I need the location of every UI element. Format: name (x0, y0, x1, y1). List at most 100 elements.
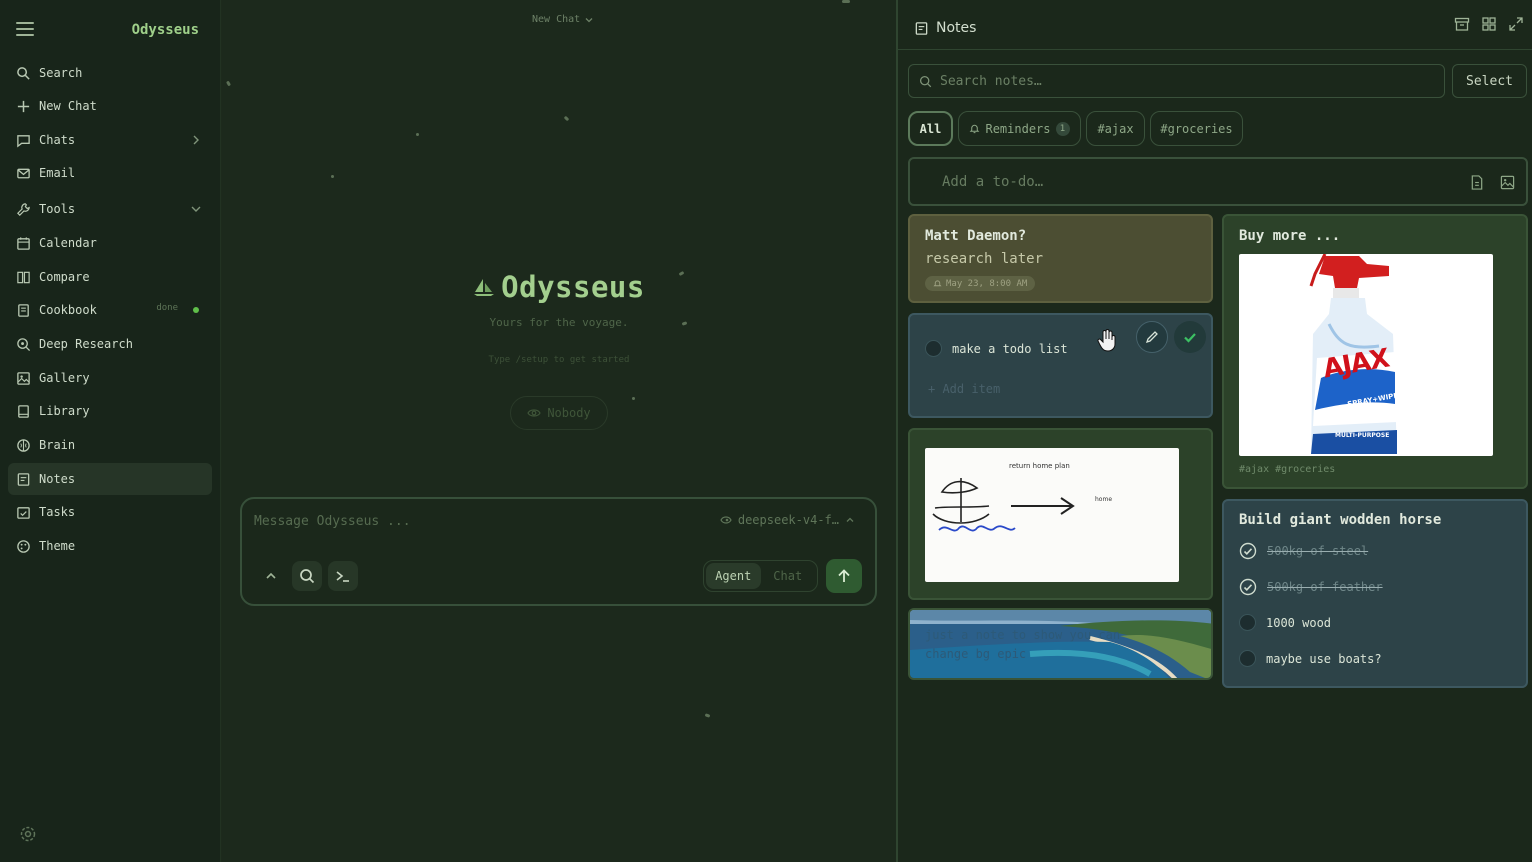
notes-title-text: Notes (936, 20, 977, 36)
palette-icon (17, 539, 30, 553)
sidebar-item-search[interactable]: Search (8, 57, 212, 89)
add-todo-bar (908, 157, 1528, 206)
book-icon (18, 303, 29, 317)
expand-button[interactable] (256, 561, 286, 591)
sidebar-item-label: Search (39, 66, 83, 80)
sidebar-item-gallery[interactable]: Gallery (8, 362, 212, 394)
add-image-icon[interactable] (1500, 175, 1515, 190)
status-dot (193, 307, 199, 313)
sidebar-item-theme[interactable]: Theme (8, 530, 212, 562)
sidebar-item-new-chat[interactable]: New Chat (8, 90, 212, 122)
filter-reminders[interactable]: Reminders 1 (958, 111, 1081, 146)
eye-icon (527, 409, 541, 417)
filter-label: #groceries (1160, 121, 1233, 136)
todo-item-label: maybe use boats? (1266, 651, 1382, 666)
reminder-date: May 23, 8:00 AM (946, 278, 1028, 289)
sidebar-item-cookbook[interactable]: Cookbook done (8, 294, 212, 326)
note-card-sketch[interactable]: return home plan home (908, 428, 1213, 600)
sidebar-item-label: Brain (39, 438, 76, 452)
mode-agent-option[interactable]: Agent (706, 563, 761, 589)
chevron-up-icon (846, 517, 854, 522)
visibility-button[interactable]: Nobody (510, 396, 608, 430)
expand-icon[interactable] (1508, 16, 1524, 32)
search-icon (300, 569, 315, 584)
chat-selector[interactable]: New Chat (532, 14, 594, 25)
visibility-label: Nobody (547, 406, 591, 420)
notes-header: Notes (898, 0, 1532, 50)
note-card-horse[interactable]: Build giant wodden horse 500kg of steel … (1222, 499, 1528, 688)
todo-item: maybe use boats? (1239, 650, 1382, 667)
sidebar-item-label: Compare (39, 270, 90, 284)
notes-search-input[interactable] (940, 73, 1420, 89)
checked-circle-icon[interactable] (1239, 542, 1257, 560)
complete-note-button[interactable] (1174, 321, 1206, 353)
terminal-icon (336, 571, 349, 582)
model-selector[interactable]: deepseek-v4-f… (720, 513, 855, 527)
select-button[interactable]: Select (1452, 64, 1527, 98)
add-todo-input[interactable] (942, 171, 1442, 193)
chat-area: New Chat Odysseus Yours for the voyage. … (222, 0, 896, 862)
todo-checkbox[interactable] (1239, 614, 1256, 631)
chevron-up-icon (266, 572, 276, 579)
brand-name: Odysseus (131, 22, 199, 38)
sidebar-item-deep-research[interactable]: Deep Research (8, 328, 212, 360)
tasks-icon (17, 506, 30, 519)
todo-checkbox[interactable] (925, 340, 942, 357)
chat-selector-label: New Chat (532, 14, 581, 25)
mode-chat-option[interactable]: Chat (761, 563, 816, 589)
terminal-button[interactable] (328, 561, 358, 591)
model-icon (720, 516, 732, 524)
chevron-right-icon[interactable] (190, 134, 202, 146)
sidebar-item-compare[interactable]: Compare (8, 261, 212, 293)
sidebar-item-tools[interactable]: Tools (8, 193, 212, 225)
sidebar-item-label: Calendar (39, 236, 97, 250)
mode-toggle[interactable]: Agent Chat (703, 560, 818, 592)
web-search-button[interactable] (292, 561, 322, 591)
todo-checkbox[interactable] (1239, 650, 1256, 667)
chevron-down-icon[interactable] (190, 203, 202, 215)
archive-icon[interactable] (1454, 16, 1470, 32)
wrench-icon (17, 202, 30, 216)
dust-particle (842, 0, 850, 3)
sidebar-item-calendar[interactable]: Calendar (8, 227, 212, 259)
bell-icon (933, 280, 942, 287)
brain-icon (17, 438, 30, 452)
note-card-matt[interactable]: Matt Daemon? research later May 23, 8:00… (908, 214, 1213, 303)
hero-hint: Type /setup to get started (488, 355, 630, 365)
sidebar-item-email[interactable]: Email (8, 157, 212, 189)
sidebar-item-brain[interactable]: Brain (8, 429, 212, 461)
grid-view-icon[interactable] (1481, 16, 1497, 32)
note-card-ajax[interactable]: Buy more ... AJAX SPRAY+WIPE MULTI-PURPO… (1222, 214, 1528, 489)
search-icon (17, 66, 30, 80)
filter-label: Reminders (985, 121, 1051, 136)
chevron-down-icon (585, 17, 593, 22)
filter-label: #ajax (1097, 121, 1134, 136)
sidebar-item-tasks[interactable]: Tasks (8, 496, 212, 528)
sidebar-item-chats[interactable]: Chats (8, 124, 212, 156)
filter-all[interactable]: All (908, 111, 953, 146)
add-item-link[interactable]: + Add item (928, 382, 1000, 396)
hero-tagline: Yours for the voyage. (489, 316, 629, 329)
sidebar-item-library[interactable]: Library (8, 395, 212, 427)
gear-icon[interactable] (19, 825, 37, 843)
note-card-todo[interactable]: make a todo list + Add item (908, 313, 1213, 418)
sidebar: Odysseus Search New Chat Chats Email Too… (0, 0, 221, 862)
chat-bubble-icon (17, 134, 30, 147)
hamburger-menu-icon[interactable] (16, 21, 34, 37)
reminder-chip[interactable]: May 23, 8:00 AM (925, 276, 1036, 291)
sidebar-item-notes[interactable]: Notes (8, 463, 212, 495)
plus-icon (17, 100, 30, 112)
message-input[interactable] (254, 511, 674, 531)
attach-file-icon[interactable] (1470, 175, 1484, 190)
edit-note-button[interactable] (1136, 321, 1168, 353)
filter-groceries[interactable]: #groceries (1150, 111, 1243, 146)
filter-label: All (919, 121, 942, 136)
hero-title-text: Odysseus (501, 270, 645, 304)
send-button[interactable] (826, 559, 862, 593)
filter-ajax[interactable]: #ajax (1086, 111, 1145, 146)
message-composer: deepseek-v4-f… Agent Chat (240, 497, 877, 606)
note-card-background[interactable]: just a note to show you can change bg ep… (908, 608, 1213, 680)
checked-circle-icon[interactable] (1239, 578, 1257, 596)
notes-search (908, 64, 1445, 98)
library-icon (18, 404, 29, 418)
